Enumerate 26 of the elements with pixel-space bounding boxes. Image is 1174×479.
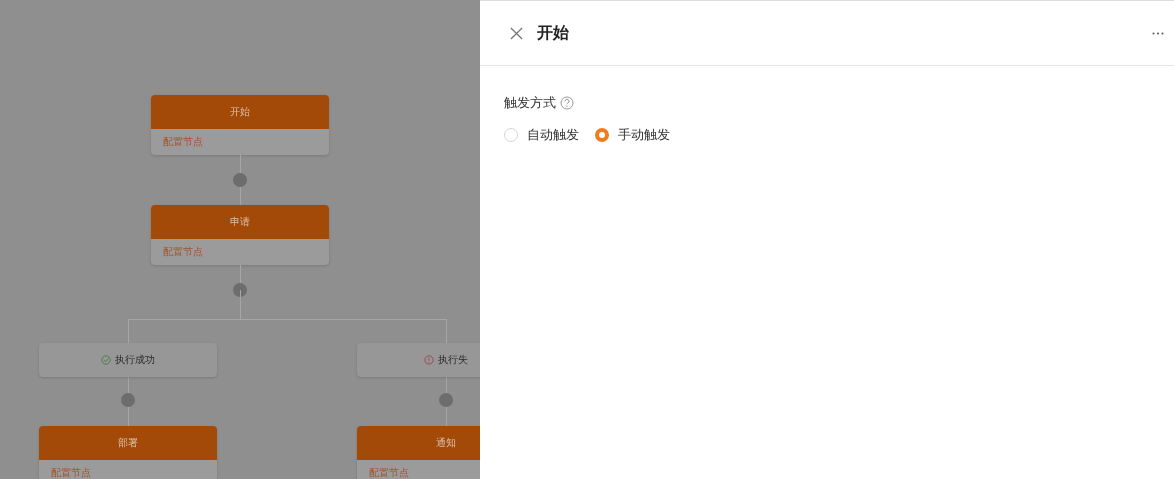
help-icon[interactable] <box>560 96 574 110</box>
close-icon[interactable] <box>510 26 523 40</box>
node-title: 申请 <box>151 205 329 239</box>
node-card[interactable]: 申请 配置节点 <box>151 205 329 265</box>
node-card[interactable]: 开始 配置节点 <box>151 95 329 155</box>
condition-node[interactable]: 执行成功 <box>39 343 217 377</box>
node-link[interactable]: 配置节点 <box>151 239 329 265</box>
node-card[interactable]: 部署 配置节点 <box>39 426 217 479</box>
drawer-title: 开始 <box>537 22 570 44</box>
alert-circle-icon <box>424 355 434 365</box>
check-circle-icon <box>101 355 111 365</box>
condition-label: 执行失 <box>438 353 468 367</box>
more-icon[interactable] <box>1152 31 1164 35</box>
node-title: 开始 <box>151 95 329 129</box>
condition-label: 执行成功 <box>115 353 155 367</box>
field-label: 触发方式 <box>504 94 556 112</box>
radio-label: 自动触发 <box>527 126 579 144</box>
node-link[interactable]: 配置节点 <box>39 460 217 479</box>
node-card[interactable]: 通知 配置节点 <box>357 426 480 479</box>
condition-node[interactable]: 执行失 <box>357 343 480 377</box>
node-title: 部署 <box>39 426 217 460</box>
node-link[interactable]: 配置节点 <box>151 129 329 155</box>
node-link[interactable]: 配置节点 <box>357 460 480 479</box>
radio-button[interactable] <box>595 128 609 142</box>
node-title: 通知 <box>357 426 480 460</box>
radio-label: 手动触发 <box>618 126 670 144</box>
